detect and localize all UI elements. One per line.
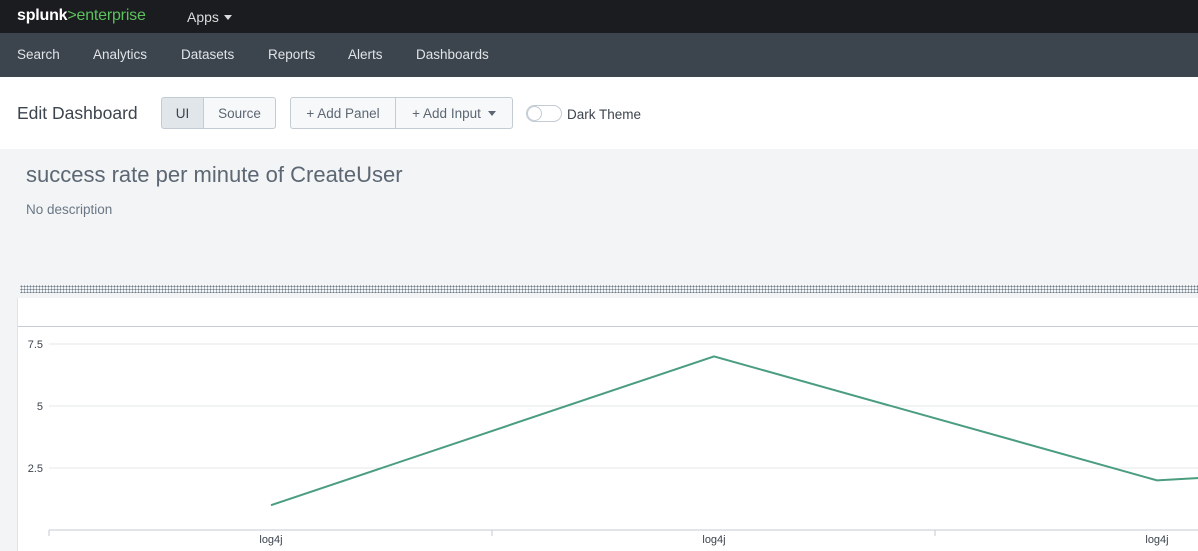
y-tick-label: 2.5: [28, 463, 43, 475]
logo-suffix: >enterprise: [67, 7, 146, 24]
chevron-down-icon: [487, 110, 496, 116]
edit-toolbar: Edit Dashboard UI Source + Add Panel + A…: [0, 77, 1198, 149]
series-line: [270, 355, 1198, 507]
dark-theme-toggle[interactable]: [526, 105, 562, 122]
x-tick-label: log4j: [1145, 534, 1168, 546]
app-nav-bar: Search Analytics Datasets Reports Alerts…: [0, 33, 1198, 77]
panel-drag-handle[interactable]: [20, 285, 1198, 293]
line-chart: 2.5 5 7.5 log4j log4j log4j: [28, 339, 1198, 546]
splunk-logo[interactable]: splunk>enterprise: [17, 7, 146, 25]
y-tick-label: 5: [37, 401, 43, 413]
logo-word: splunk: [17, 7, 68, 24]
chart-panel: 2.5 5 7.5 log4j log4j log4j: [17, 298, 1198, 551]
ui-mode-button[interactable]: UI: [161, 97, 204, 129]
dark-theme-label: Dark Theme: [567, 107, 642, 122]
nav-item-datasets[interactable]: Datasets: [181, 47, 234, 62]
dashboard-title[interactable]: success rate per minute of CreateUser: [26, 162, 403, 188]
add-input-button[interactable]: + Add Input: [395, 97, 513, 129]
x-tick-label: log4j: [702, 534, 725, 546]
nav-item-dashboards[interactable]: Dashboards: [416, 47, 489, 62]
toggle-knob: [527, 106, 542, 121]
y-tick-label: 7.5: [28, 339, 43, 351]
edit-dashboard-title: Edit Dashboard: [17, 103, 138, 123]
apps-menu[interactable]: Apps: [187, 9, 232, 25]
nav-item-reports[interactable]: Reports: [268, 47, 315, 62]
apps-label: Apps: [187, 9, 219, 25]
top-bar: splunk>enterprise Apps: [0, 0, 1198, 33]
x-tick-label: log4j: [259, 534, 282, 546]
nav-item-search[interactable]: Search: [17, 47, 60, 62]
nav-item-alerts[interactable]: Alerts: [348, 47, 383, 62]
add-panel-button[interactable]: + Add Panel: [290, 97, 396, 129]
dashboard-description[interactable]: No description: [26, 202, 112, 217]
source-mode-button[interactable]: Source: [203, 97, 276, 129]
add-input-label: + Add Input: [412, 105, 481, 121]
nav-item-analytics[interactable]: Analytics: [93, 47, 147, 62]
chevron-down-icon: [223, 15, 232, 20]
